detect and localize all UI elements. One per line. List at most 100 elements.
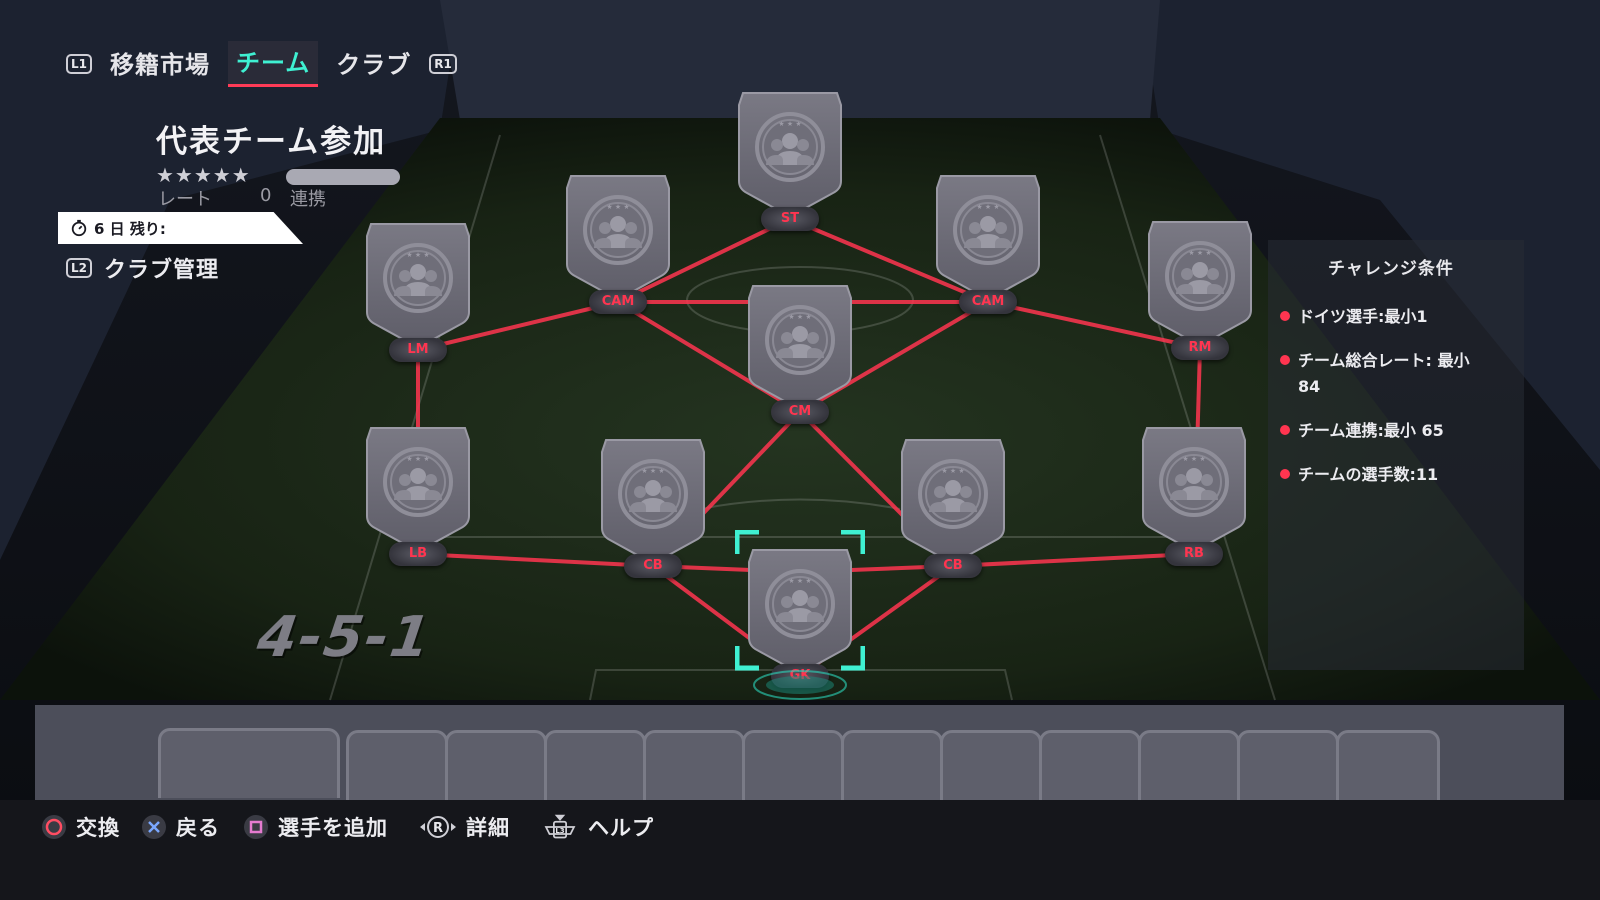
requirement-item: チーム連携:最小 65 [1280, 418, 1520, 444]
svg-text:★ ★ ★: ★ ★ ★ [778, 120, 801, 128]
empty-player-card-icon: ★ ★ ★ [748, 285, 852, 410]
rating-value: 0 [260, 185, 272, 206]
empty-player-card-icon: ★ ★ ★ [738, 92, 842, 217]
controls-footer [0, 800, 1600, 900]
stopwatch-icon [71, 219, 87, 237]
position-label: CB [624, 554, 682, 578]
bench-slot[interactable] [445, 730, 547, 800]
svg-text:★ ★ ★: ★ ★ ★ [406, 455, 429, 463]
position-label: LB [389, 542, 447, 566]
cross-button-icon [142, 815, 166, 839]
svg-text:★ ★ ★: ★ ★ ★ [606, 203, 629, 211]
svg-text:R: R [433, 821, 443, 836]
player-slot-cm[interactable]: ★ ★ ★ CM [745, 278, 855, 428]
empty-player-card-icon: ★ ★ ★ [601, 439, 705, 564]
svg-text:★ ★ ★: ★ ★ ★ [641, 467, 664, 475]
player-slot-st[interactable]: ★ ★ ★ ST [735, 85, 845, 235]
svg-text:★ ★ ★: ★ ★ ★ [788, 313, 811, 321]
requirement-text: チーム総合レート: 最小 [1298, 351, 1470, 370]
position-label: RB [1165, 542, 1223, 566]
requirement-text: チームの選手数:11 [1298, 465, 1439, 484]
player-slot-lb[interactable]: ★ ★ ★ LB [363, 420, 473, 570]
position-label: RM [1171, 336, 1229, 360]
bench-slot[interactable] [742, 730, 844, 800]
svg-text:★ ★ ★: ★ ★ ★ [1188, 249, 1211, 257]
top-nav: L1 移籍市場 チーム クラブ R1 [66, 41, 457, 87]
tab-transfer-market[interactable]: 移籍市場 [102, 43, 218, 86]
add-player-action[interactable]: 選手を追加 [242, 812, 388, 842]
player-slot-rm[interactable]: ★ ★ ★ RM [1145, 214, 1255, 364]
empty-player-card-icon: ★ ★ ★ [901, 439, 1005, 564]
requirements-title: チャレンジ条件 [1328, 259, 1454, 279]
rating-label: レート [158, 189, 212, 210]
back-label: 戻る [176, 816, 220, 840]
player-slot-lm[interactable]: ★ ★ ★ LM [363, 216, 473, 366]
add-player-label: 選手を追加 [278, 816, 388, 840]
position-label: CAM [959, 290, 1017, 314]
bench-slot[interactable] [1138, 730, 1240, 800]
requirement-text-continued: 84 [1298, 377, 1321, 396]
club-management-label: クラブ管理 [104, 258, 220, 283]
requirement-text: ドイツ選手:最小1 [1298, 307, 1428, 326]
chemistry-label: 連携 [290, 189, 326, 210]
selection-glow [753, 670, 847, 700]
player-slot-cb-l[interactable]: ★ ★ ★ CB [598, 432, 708, 582]
back-action[interactable]: 戻る [140, 812, 220, 842]
position-label: CAM [589, 290, 647, 314]
requirement-item: チーム総合レート: 最小 84 [1280, 348, 1520, 400]
bench-slot[interactable] [643, 730, 745, 800]
tab-club[interactable]: クラブ [328, 43, 419, 86]
challenge-requirements-panel: チャレンジ条件 ドイツ選手:最小1 チーム総合レート: 最小 84 チーム連携:… [1268, 240, 1524, 670]
bench-slot[interactable] [346, 730, 448, 800]
requirement-item: ドイツ選手:最小1 [1280, 304, 1520, 330]
bench-slot[interactable] [841, 730, 943, 800]
details-action[interactable]: R 詳細 [418, 812, 510, 842]
position-label: CB [924, 554, 982, 578]
empty-player-card-icon: ★ ★ ★ [936, 175, 1040, 300]
squad-builder-screen: L1 移籍市場 チーム クラブ R1 代表チーム参加 ★★★★★ レート 0 連… [0, 0, 1600, 900]
player-slot-cam-r[interactable]: ★ ★ ★ CAM [933, 168, 1043, 318]
bench-slot[interactable] [1039, 730, 1141, 800]
position-label: ST [761, 207, 819, 231]
player-slot-rb[interactable]: ★ ★ ★ RB [1139, 420, 1249, 570]
bench-slot[interactable] [158, 728, 340, 798]
position-label: LM [389, 338, 447, 362]
empty-player-card-icon: ★ ★ ★ [566, 175, 670, 300]
square-button-icon [244, 815, 268, 839]
requirement-bullet-icon [1280, 424, 1290, 435]
requirement-bullet-icon [1280, 354, 1290, 365]
l2-button-icon: L2 [66, 258, 92, 278]
formation-label: 4-5-1 [253, 605, 436, 670]
r1-button-icon[interactable]: R1 [429, 54, 457, 74]
requirement-text: チーム連携:最小 65 [1298, 421, 1444, 440]
position-label: CM [771, 400, 829, 424]
svg-text:★ ★ ★: ★ ★ ★ [406, 251, 429, 259]
swap-action[interactable]: 交換 [40, 812, 120, 842]
swap-label: 交換 [76, 816, 120, 840]
empty-player-card-icon: ★ ★ ★ [366, 223, 470, 348]
bench-slot[interactable] [1237, 730, 1339, 800]
club-management-button[interactable]: L2 クラブ管理 [66, 252, 219, 284]
time-remaining-banner: 6 日 残り: [58, 212, 303, 244]
player-slot-cb-r[interactable]: ★ ★ ★ CB [898, 432, 1008, 582]
challenge-title: 代表チーム参加 [156, 124, 387, 160]
requirement-bullet-icon [1280, 310, 1290, 321]
requirement-item: チームの選手数:11 [1280, 462, 1520, 488]
star-rating: ★★★★★ [156, 163, 251, 187]
empty-player-card-icon: ★ ★ ★ [1142, 427, 1246, 552]
svg-text:★ ★ ★: ★ ★ ★ [941, 467, 964, 475]
chemistry-bar [286, 169, 400, 185]
tab-team[interactable]: チーム [228, 41, 319, 87]
bench-slot[interactable] [1336, 730, 1440, 800]
details-label: 詳細 [466, 816, 510, 840]
help-action[interactable]: L3 ヘルプ [540, 812, 654, 842]
bench-slot[interactable] [940, 730, 1042, 800]
player-slot-cam-l[interactable]: ★ ★ ★ CAM [563, 168, 673, 318]
circle-button-icon [42, 815, 66, 839]
help-label: ヘルプ [588, 816, 654, 840]
bench-slot[interactable] [544, 730, 646, 800]
svg-text:L3: L3 [555, 827, 564, 835]
requirement-bullet-icon [1280, 468, 1290, 479]
left-stick-press-icon: L3 [544, 814, 576, 839]
l1-button-icon[interactable]: L1 [66, 54, 92, 74]
